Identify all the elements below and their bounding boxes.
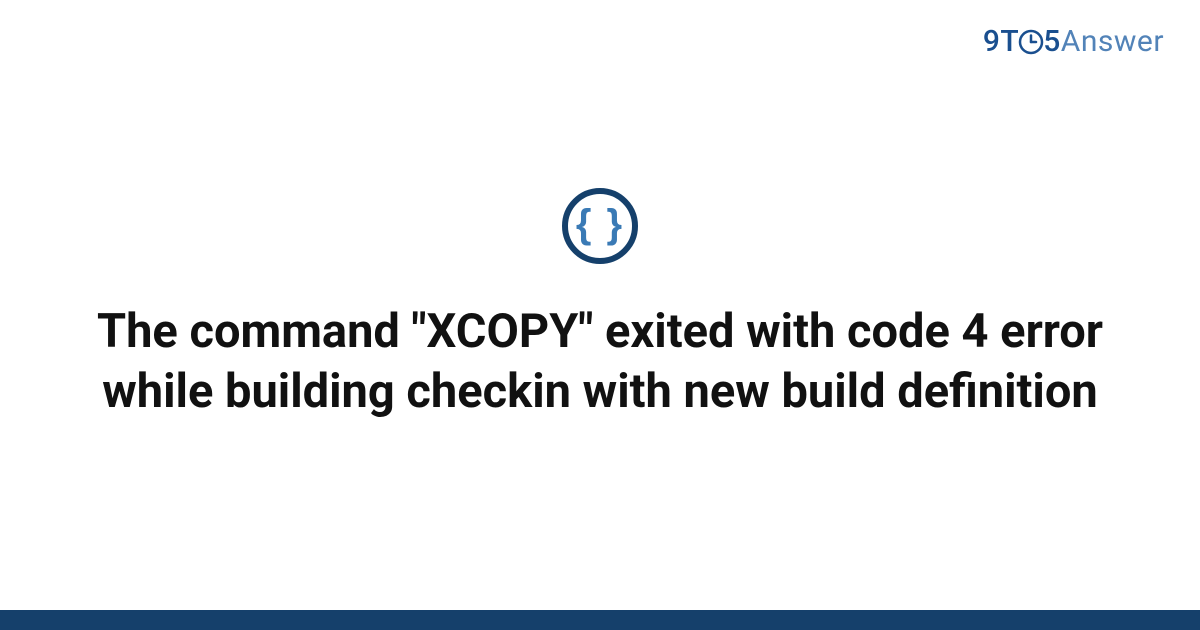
- bottom-accent-bar: [0, 610, 1200, 630]
- brand-answer: Answer: [1061, 24, 1164, 59]
- brand-nine: 9: [983, 24, 1001, 59]
- braces-glyph: { }: [576, 204, 624, 244]
- page-title: The command "XCOPY" exited with code 4 e…: [90, 302, 1110, 422]
- main-content: { } The command "XCOPY" exited with code…: [0, 0, 1200, 630]
- brand-five: 5: [1043, 24, 1061, 59]
- clock-icon: [1018, 29, 1044, 55]
- brand-t: T: [1000, 24, 1019, 59]
- code-braces-icon: { }: [562, 188, 638, 264]
- site-brand: 9T5Answer: [983, 24, 1164, 59]
